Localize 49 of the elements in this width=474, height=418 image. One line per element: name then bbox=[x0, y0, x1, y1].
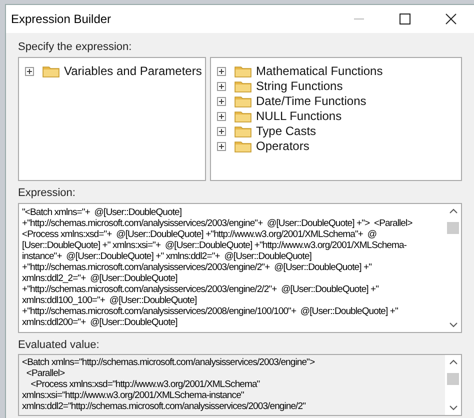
expression-line: [User::DoubleQuote] +" xmlns:xsi="+ @[User::DoubleQuote] +"http://www.w3.org/2001/XMLSchema- bbox=[22, 240, 408, 251]
expander-icon[interactable] bbox=[217, 127, 226, 136]
section-label: Specify the expression: bbox=[18, 40, 133, 54]
expression-line: xmlns:ddl200="+ @[User::DoubleQuote] bbox=[22, 317, 178, 328]
scrollbar[interactable] bbox=[445, 355, 461, 415]
expression-line: <Process xmlns:xsd="+ @[User::DoubleQuote] +"http://www.w3.org/2001/XMLSchema"+ @ bbox=[22, 229, 378, 240]
expander-icon[interactable] bbox=[217, 142, 226, 151]
expression-line: +"http://schemas.microsoft.com/analysisservices/2008/engine/100/100"+ @[User::DoubleQuote] +" bbox=[22, 306, 399, 317]
scroll-thumb[interactable] bbox=[447, 222, 459, 234]
evaluated-line: <Parallel> bbox=[25, 368, 66, 379]
tree-item[interactable]: Type Casts bbox=[256, 124, 316, 139]
expression-line: instance"+ @[User::DoubleQuote] +" xmlns:ddl2="+ @[User::DoubleQuote] bbox=[22, 251, 312, 262]
folder-icon bbox=[234, 140, 252, 153]
expander-icon[interactable] bbox=[217, 82, 226, 91]
evaluated-line: xmlns:ddl2="http://schemas.microsoft.com/analysisservices/2003/engine/2" bbox=[22, 401, 307, 412]
expander-icon[interactable] bbox=[217, 67, 226, 76]
tree-item[interactable]: Mathematical Functions bbox=[256, 64, 383, 79]
tree-item[interactable]: NULL Functions bbox=[256, 109, 342, 124]
expression-line: +"http://schemas.microsoft.com/analysisservices/2003/engine/2"+ @[User::DoubleQuote] +" bbox=[22, 262, 373, 273]
folder-icon bbox=[234, 95, 252, 108]
folder-icon bbox=[234, 110, 252, 123]
expander-icon[interactable] bbox=[217, 112, 226, 121]
window-title: Expression Builder bbox=[11, 11, 112, 28]
tree-item[interactable]: Date/Time Functions bbox=[256, 94, 366, 109]
evaluated-line: <Process xmlns:xsd="http://www.w3.org/2001/XMLSchema" bbox=[30, 379, 261, 390]
expression-line: +"http://schemas.microsoft.com/analysisservices/2003/engine/2/2"+ @[User::DoubleQuote] +" bbox=[22, 284, 380, 295]
expression-line: xmlns:ddl2_2="+ @[User::DoubleQuote] bbox=[22, 273, 178, 284]
section-label: Evaluated value: bbox=[18, 338, 100, 352]
scroll-down-icon[interactable] bbox=[448, 322, 458, 328]
evaluated-line: <Batch xmlns="http://schemas.microsoft.com/analysisservices/2003/engine"> bbox=[22, 357, 316, 368]
tree-item[interactable]: Operators bbox=[256, 139, 310, 154]
folder-icon bbox=[234, 65, 252, 78]
expression-line: xmlns:ddl100_100="+ @[User::DoubleQuote] bbox=[22, 295, 198, 306]
folder-icon bbox=[42, 65, 60, 78]
folder-icon bbox=[234, 125, 252, 138]
tree-item[interactable]: Variables and Parameters bbox=[64, 64, 202, 79]
evaluated-line: xmlns:xsi="http://www.w3.org/2001/XMLSchema-instance" bbox=[22, 390, 245, 401]
scroll-up-icon[interactable] bbox=[448, 359, 458, 365]
expression-field[interactable] bbox=[18, 203, 462, 333]
scroll-up-icon[interactable] bbox=[448, 208, 458, 214]
folder-icon bbox=[234, 80, 252, 93]
expander-icon[interactable] bbox=[217, 97, 226, 106]
expression-line: "<Batch xmlns="+ @[User::DoubleQuote] bbox=[22, 207, 183, 218]
section-label: Expression: bbox=[18, 186, 76, 200]
scroll-down-icon[interactable] bbox=[448, 405, 458, 411]
expander-icon[interactable] bbox=[25, 67, 34, 76]
scroll-thumb[interactable] bbox=[447, 373, 459, 385]
expression-line: +"http://schemas.microsoft.com/analysisservices/2003/engine"+ @[User::DoubleQuote] +"> <Parallel> bbox=[22, 218, 414, 229]
tree-item[interactable]: String Functions bbox=[256, 79, 343, 94]
